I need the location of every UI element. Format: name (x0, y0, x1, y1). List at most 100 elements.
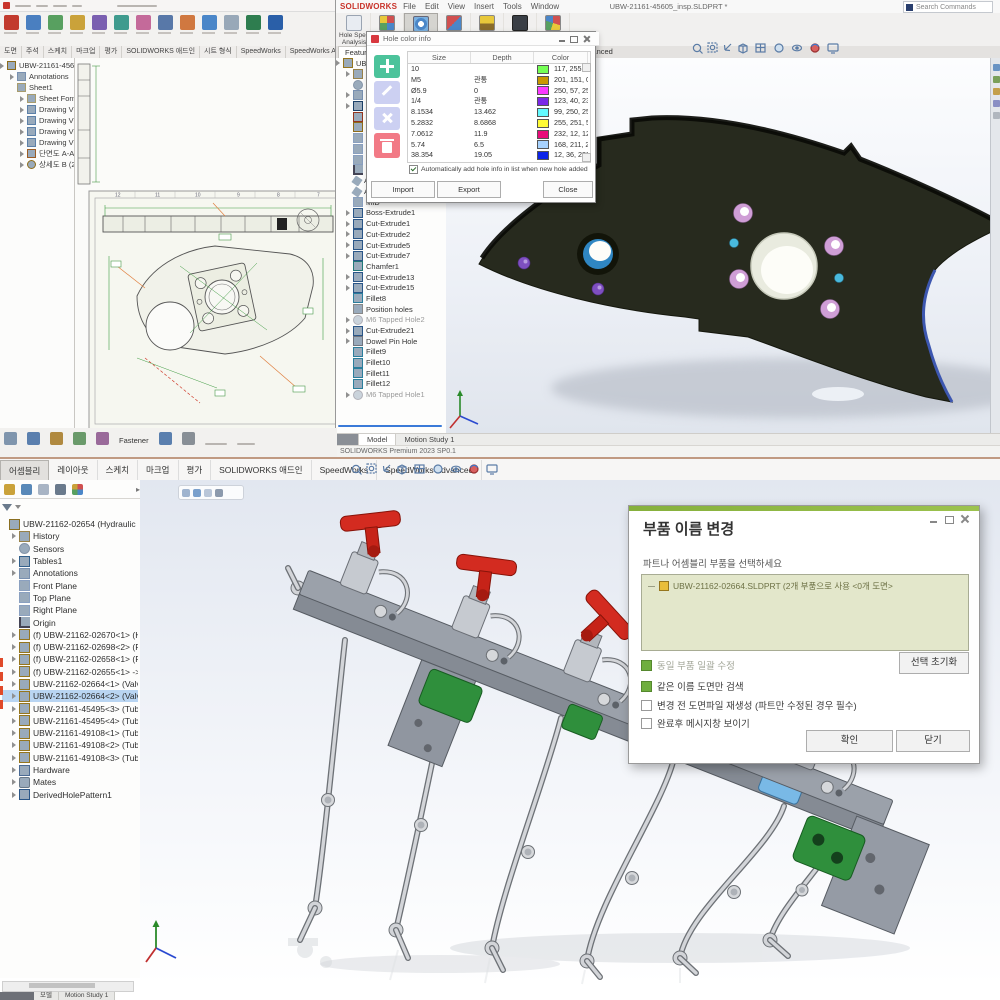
assembly-tree-item[interactable]: (f) UBW-21162-02655<1> -> (Hy (2, 666, 138, 678)
menu-item[interactable]: Window (531, 2, 559, 11)
search-commands-box[interactable]: Search Commands (903, 1, 993, 13)
hole-row[interactable]: 38.354 19.05 12, 36, 232 (408, 150, 590, 161)
hole-row[interactable]: 5.74 6.5 168, 211, 255 (408, 140, 590, 151)
menu-item[interactable]: View (448, 2, 465, 11)
toolbar-icon[interactable] (202, 15, 217, 30)
expand-arrow-icon[interactable] (346, 338, 350, 344)
quickbar-placeholder[interactable] (117, 5, 157, 7)
expand-arrow-icon[interactable] (346, 231, 350, 237)
remove-hole-button[interactable] (374, 107, 400, 130)
tab[interactable]: 평가 (100, 46, 122, 58)
headsup-view-toolbar[interactable] (691, 42, 851, 62)
expand-arrow-icon[interactable] (12, 730, 16, 736)
option-batch-edit[interactable]: 동일 부품 일괄 수정 (641, 658, 735, 672)
feature-tree-item[interactable]: M6 Tapped Hole2 (336, 315, 446, 326)
minimize-icon[interactable] (927, 514, 939, 524)
feature-tree-item[interactable]: Fillet9 (336, 347, 446, 358)
tab[interactable]: 마크업 (72, 46, 100, 58)
auto-add-checkbox-row[interactable]: Automatically add hole info in list when… (409, 165, 588, 174)
assembly-tree-item[interactable]: UBW-21161-45495<4> (Tube Clam (2, 715, 138, 727)
toolbar-icon[interactable] (159, 432, 172, 445)
toolbar-icon[interactable] (180, 15, 195, 30)
reset-selection-button[interactable]: 선택 초기화 (899, 652, 969, 674)
tab-model[interactable]: 모델 (34, 992, 59, 1000)
maximize-icon[interactable] (568, 34, 579, 43)
close-button[interactable]: 닫기 (896, 730, 970, 752)
expand-arrow-icon[interactable] (12, 792, 16, 798)
col-size[interactable]: Size (408, 52, 471, 63)
assembly-tree-item[interactable]: Top Plane (2, 592, 138, 604)
hole-row[interactable]: 7.0612 11.9 232, 12, 122 (408, 129, 590, 140)
toolbar-icon[interactable] (114, 15, 129, 30)
tree-item[interactable]: Drawing View1 (0, 104, 74, 115)
feature-tree-item[interactable]: Fillet10 (336, 357, 446, 368)
expand-arrow-icon[interactable] (346, 253, 350, 259)
expand-arrow-icon[interactable] (0, 63, 4, 69)
tab[interactable]: 스케치 (44, 46, 72, 58)
expand-arrow-icon[interactable] (12, 644, 16, 650)
tree-item[interactable]: Drawing View3 (0, 126, 74, 137)
toolbar-icon[interactable] (158, 15, 173, 30)
expand-arrow-icon[interactable] (12, 755, 16, 761)
dimxpert-tab-icon[interactable] (55, 484, 66, 495)
expand-arrow-icon[interactable] (346, 103, 350, 109)
expand-arrow-icon[interactable] (346, 210, 350, 216)
toolbar-icon[interactable] (48, 15, 63, 30)
expand-arrow-icon[interactable] (346, 92, 350, 98)
toolbar-icon[interactable] (27, 432, 40, 445)
expand-arrow-icon[interactable] (20, 96, 24, 102)
featuremanager-tab-icon[interactable] (4, 484, 15, 495)
feature-tree-item[interactable]: Cut-Extrude15 (336, 282, 446, 293)
assembly-tree-item[interactable]: Hardware (2, 764, 138, 776)
toolbar-icon[interactable] (92, 15, 107, 30)
tab[interactable]: 어셈블리 (0, 460, 49, 481)
expand-arrow-icon[interactable] (12, 742, 16, 748)
expand-arrow-icon[interactable] (346, 317, 350, 323)
assembly-tree-item[interactable]: UBW-21162-02654 (Hydraulic Shut Off (2, 518, 138, 530)
toolbar-icon[interactable] (224, 15, 239, 30)
expand-arrow-icon[interactable] (346, 328, 350, 334)
feature-tree-item[interactable]: Cut-Extrude13 (336, 272, 446, 283)
tab[interactable]: 스케치 (98, 460, 138, 481)
menu-placeholder[interactable] (72, 5, 82, 7)
tab-motion-study[interactable]: Motion Study 1 (59, 992, 115, 1000)
edit-hole-button[interactable] (374, 81, 400, 104)
option-show-message[interactable]: 완료후 메시지창 보이기 (641, 716, 750, 730)
checkbox-checked-icon[interactable] (641, 681, 652, 692)
toolbar-icon[interactable] (182, 432, 195, 445)
hole-row[interactable]: 5.2832 8.6868 255, 251, 54 (408, 118, 590, 129)
assembly-tree-item[interactable]: UBW-21161-45495<3> (Tube Clam (2, 702, 138, 714)
assembly-tree-item[interactable]: (f) UBW-21162-02698<2> (PVHO (2, 641, 138, 653)
selected-part-item[interactable]: UBW-21162-02664.SLDPRT (2개 부품으로 사용 <0개 도… (642, 575, 968, 592)
tree-item[interactable]: UBW-21161-45605 (0, 60, 74, 71)
col-depth[interactable]: Depth (471, 52, 534, 63)
menu-item[interactable]: Tools (503, 2, 522, 11)
feature-tree-item[interactable]: Fillet8 (336, 293, 446, 304)
toolbar-icon[interactable] (4, 432, 17, 445)
assembly-tree-item[interactable]: Sensors (2, 543, 138, 555)
menu-item[interactable]: File (403, 2, 416, 11)
assembly-tree-item[interactable]: UBW-21161-49108<1> (Tube Clam (2, 727, 138, 739)
scrollbar-thumb[interactable] (29, 983, 95, 988)
hole-row[interactable]: M5 관통 201, 151, 0 (408, 75, 590, 86)
expand-arrow-icon[interactable] (12, 669, 16, 675)
feature-tree-item[interactable]: Boss-Extrude1 (336, 208, 446, 219)
expand-arrow-icon[interactable] (346, 71, 350, 77)
scroll-up-icon[interactable] (582, 63, 591, 72)
propertymanager-tab-icon[interactable] (21, 484, 32, 495)
expand-arrow-icon[interactable] (346, 392, 350, 398)
feature-tree-item[interactable]: Position holes (336, 304, 446, 315)
tree-item[interactable]: Sheet Format1 (0, 93, 74, 104)
expand-arrow-icon[interactable] (12, 533, 16, 539)
toolbar-icon[interactable] (26, 15, 41, 30)
fastener-toolbar-label[interactable]: Fastener (119, 436, 149, 445)
assembly-tree-item[interactable]: Tables1 (2, 555, 138, 567)
displaymanager-tab-icon[interactable] (72, 484, 83, 495)
expand-arrow-icon[interactable] (12, 632, 16, 638)
feature-tree-item[interactable]: Cut-Extrude5 (336, 240, 446, 251)
assembly-tree-item[interactable]: UBW-21162-02664<2> (Valve Brac (2, 690, 138, 702)
ok-button[interactable]: 확인 (806, 730, 893, 752)
assembly-tree-item[interactable]: Origin (2, 616, 138, 628)
menu-placeholder[interactable] (36, 5, 48, 7)
scroll-down-icon[interactable] (582, 153, 591, 162)
